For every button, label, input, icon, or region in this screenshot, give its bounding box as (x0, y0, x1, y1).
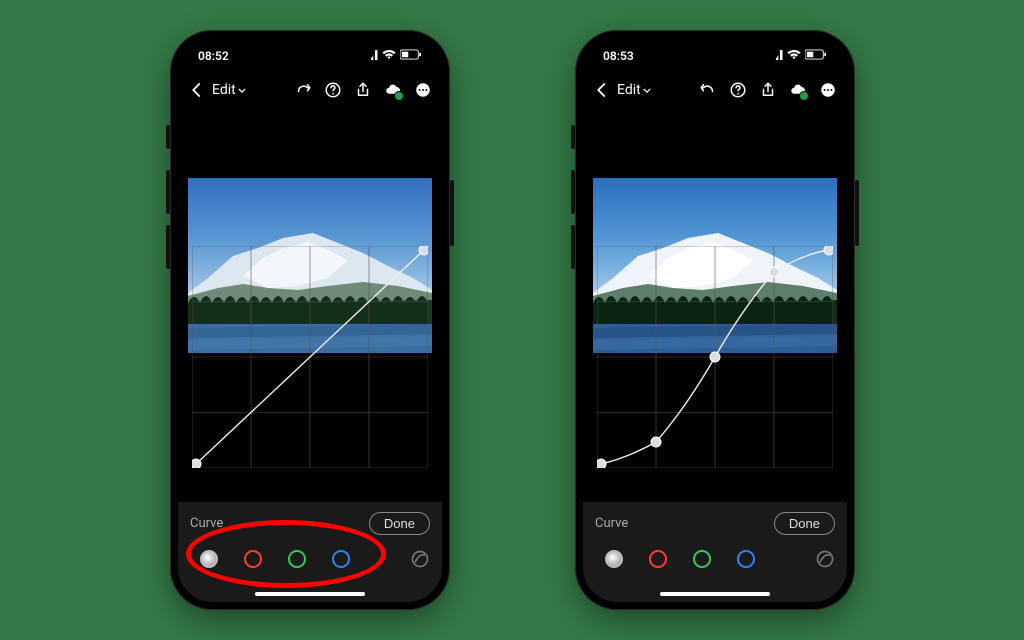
curve-editor[interactable] (593, 178, 837, 468)
cloud-sync-icon[interactable] (789, 81, 807, 99)
channel-red[interactable] (244, 550, 262, 568)
chevron-down-icon (643, 88, 651, 93)
status-time: 08:52 (198, 49, 229, 63)
panel-title: Curve (595, 516, 628, 531)
curve-point-highlight[interactable] (769, 267, 779, 277)
app-navbar: Edit (583, 72, 847, 108)
more-icon[interactable] (414, 81, 432, 99)
phone-left: 08:52 (170, 30, 450, 610)
status-time: 08:53 (603, 49, 634, 63)
curve-plot[interactable] (597, 246, 833, 468)
curve-editor[interactable] (188, 178, 432, 468)
screen: 08:52 (178, 38, 442, 602)
help-icon[interactable] (729, 81, 747, 99)
screen: 08:53 (583, 38, 847, 602)
silence-switch (166, 125, 170, 149)
share-icon[interactable] (759, 81, 777, 99)
wifi-icon (382, 49, 396, 63)
silence-switch (571, 125, 575, 149)
redo-icon[interactable] (294, 81, 312, 99)
more-icon[interactable] (819, 81, 837, 99)
wifi-icon (787, 49, 801, 63)
sync-status-badge (799, 91, 809, 101)
curve-plot[interactable] (192, 246, 428, 468)
side-button (855, 180, 859, 246)
done-button[interactable]: Done (774, 512, 835, 535)
back-icon[interactable] (188, 81, 206, 99)
sync-status-badge (394, 91, 404, 101)
volume-down (571, 225, 575, 269)
help-icon[interactable] (324, 81, 342, 99)
channel-luminance[interactable] (605, 550, 623, 568)
channel-selector-row (595, 549, 835, 569)
comparison-stage: 08:52 (0, 0, 1024, 640)
curve-point-black[interactable] (597, 459, 606, 468)
home-indicator[interactable] (660, 592, 770, 596)
panel-title: Curve (190, 516, 223, 531)
channel-luminance[interactable] (200, 550, 218, 568)
parametric-toggle-icon[interactable] (815, 549, 835, 569)
battery-icon (400, 49, 422, 63)
channel-blue[interactable] (332, 550, 350, 568)
battery-icon (805, 49, 827, 63)
app-navbar: Edit (178, 72, 442, 108)
share-icon[interactable] (354, 81, 372, 99)
cloud-sync-icon[interactable] (384, 81, 402, 99)
channel-red[interactable] (649, 550, 667, 568)
curve-panel: Curve Done (583, 502, 847, 602)
notch (245, 38, 375, 64)
back-icon[interactable] (593, 81, 611, 99)
edit-dropdown[interactable]: Edit (617, 82, 651, 98)
curve-point-shadow[interactable] (651, 437, 661, 447)
side-button (450, 180, 454, 246)
home-indicator[interactable] (255, 592, 365, 596)
phone-right: 08:53 (575, 30, 855, 610)
edit-label: Edit (617, 82, 641, 98)
channel-selector-row (190, 549, 430, 569)
channel-green[interactable] (693, 550, 711, 568)
channel-blue[interactable] (737, 550, 755, 568)
volume-up (571, 170, 575, 214)
curve-point-mid[interactable] (710, 352, 720, 362)
notch (650, 38, 780, 64)
parametric-toggle-icon[interactable] (410, 549, 430, 569)
curve-point-highlight[interactable] (419, 246, 428, 255)
edit-label: Edit (212, 82, 236, 98)
done-button[interactable]: Done (369, 512, 430, 535)
curve-point-white[interactable] (824, 246, 833, 255)
edit-dropdown[interactable]: Edit (212, 82, 246, 98)
volume-down (166, 225, 170, 269)
chevron-down-icon (238, 88, 246, 93)
volume-up (166, 170, 170, 214)
curve-panel: Curve Done (178, 502, 442, 602)
curve-point-shadow[interactable] (192, 459, 201, 468)
channel-green[interactable] (288, 550, 306, 568)
undo-icon[interactable] (699, 81, 717, 99)
